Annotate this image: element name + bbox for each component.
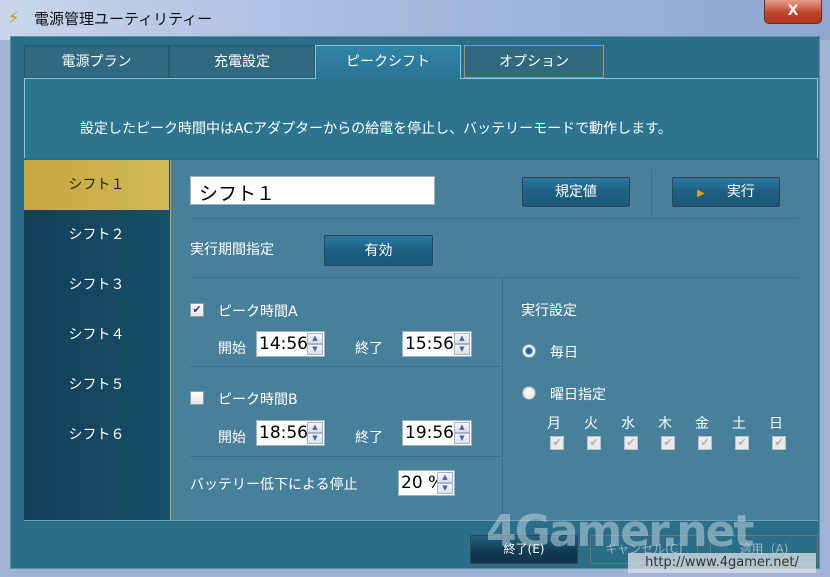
divider	[190, 277, 798, 278]
shift-item-1[interactable]: シフト１	[24, 160, 169, 210]
peak-a-end-value: 15:56	[405, 334, 454, 354]
spin-down-icon[interactable]: ▼	[437, 483, 453, 494]
day-label: 水	[621, 416, 635, 432]
window-title: 電源管理ユーティリティー	[34, 10, 213, 28]
peak-b-start-spinner[interactable]: 18:56 ▲ ▼	[256, 420, 325, 446]
peak-a-label: ピーク時間A	[218, 304, 298, 320]
day-label: 日	[769, 416, 783, 432]
peak-b-end-value: 19:56	[405, 423, 454, 443]
battery-threshold-spinner[interactable]: 20 % ▲ ▼	[398, 470, 455, 496]
divider	[190, 456, 502, 457]
divider	[651, 170, 652, 215]
close-button[interactable]: X	[764, 0, 822, 24]
spin-down-icon[interactable]: ▼	[307, 433, 323, 444]
peak-a-start-label: 開始	[218, 341, 246, 357]
shift-item-2[interactable]: シフト２	[24, 210, 169, 260]
run-button[interactable]: ▶ 実行	[672, 177, 780, 207]
peak-b-start-value: 18:56	[259, 423, 308, 443]
play-icon: ▶	[697, 188, 705, 199]
spin-up-icon[interactable]: ▲	[437, 472, 453, 483]
shift-item-4[interactable]: シフト４	[24, 310, 169, 360]
tab-options[interactable]: オプション	[464, 45, 604, 78]
tab-peak-shift[interactable]: ピークシフト	[315, 45, 461, 79]
divider	[190, 218, 798, 219]
day-checkbox[interactable]: ✔	[587, 436, 601, 450]
spin-down-icon[interactable]: ▼	[307, 344, 323, 355]
spin-down-icon[interactable]: ▼	[454, 433, 470, 444]
day-checkbox[interactable]: ✔	[550, 436, 564, 450]
shift-item-5[interactable]: シフト５	[24, 360, 169, 410]
description-text: 設定したピーク時間中はACアダプターからの給電を停止し、バッテリーモードで動作し…	[80, 121, 672, 137]
period-label: 実行期間指定	[190, 242, 274, 258]
shift-item-6[interactable]: シフト６	[24, 410, 169, 460]
power-plug-icon: ⚡	[8, 8, 20, 27]
default-button[interactable]: 規定値	[522, 177, 630, 207]
shift-item-3[interactable]: シフト３	[24, 260, 169, 310]
peak-a-start-spinner[interactable]: 14:56 ▲ ▼	[256, 331, 325, 357]
day-label: 土	[732, 416, 746, 432]
peak-b-start-label: 開始	[218, 430, 246, 446]
peak-b-label: ピーク時間B	[218, 392, 298, 408]
peak-a-checkbox[interactable]: ✔	[190, 303, 204, 317]
day-checkbox[interactable]: ✔	[735, 436, 749, 450]
spin-down-icon[interactable]: ▼	[454, 344, 470, 355]
weekday-label: 曜日指定	[550, 387, 606, 403]
spin-up-icon[interactable]: ▲	[454, 422, 470, 433]
peak-a-end-label: 終了	[355, 341, 383, 357]
shift-name-input[interactable]: シフト１	[190, 176, 435, 205]
peak-a-start-value: 14:56	[259, 334, 308, 354]
divider	[502, 277, 503, 520]
exec-settings-title: 実行設定	[521, 303, 577, 319]
weekday-radio[interactable]	[522, 386, 536, 400]
spin-up-icon[interactable]: ▲	[454, 333, 470, 344]
day-label: 火	[584, 416, 598, 432]
watermark-url: http://www.4gamer.net/	[628, 553, 816, 573]
spin-up-icon[interactable]: ▲	[307, 422, 323, 433]
tab-charge-settings[interactable]: 充電設定	[169, 45, 315, 78]
watermark-logo: 4Gamer.net	[486, 506, 754, 557]
day-checkbox[interactable]: ✔	[772, 436, 786, 450]
everyday-radio[interactable]	[522, 344, 536, 358]
day-label: 木	[658, 416, 672, 432]
day-checkbox[interactable]: ✔	[661, 436, 675, 450]
battery-stop-label: バッテリー低下による停止	[190, 477, 358, 493]
peak-b-checkbox[interactable]	[190, 391, 204, 405]
run-button-label: 実行	[726, 184, 755, 200]
day-checkbox[interactable]: ✔	[624, 436, 638, 450]
day-checkbox[interactable]: ✔	[698, 436, 712, 450]
peak-a-end-spinner[interactable]: 15:56 ▲ ▼	[402, 331, 472, 357]
day-label: 金	[695, 416, 709, 432]
everyday-label: 毎日	[550, 345, 578, 361]
spin-up-icon[interactable]: ▲	[307, 333, 323, 344]
peak-b-end-label: 終了	[355, 430, 383, 446]
period-toggle-button[interactable]: 有効	[324, 235, 433, 266]
day-label: 月	[547, 416, 561, 432]
divider	[190, 366, 502, 367]
tab-power-plan[interactable]: 電源プラン	[24, 45, 169, 78]
peak-b-end-spinner[interactable]: 19:56 ▲ ▼	[402, 420, 472, 446]
